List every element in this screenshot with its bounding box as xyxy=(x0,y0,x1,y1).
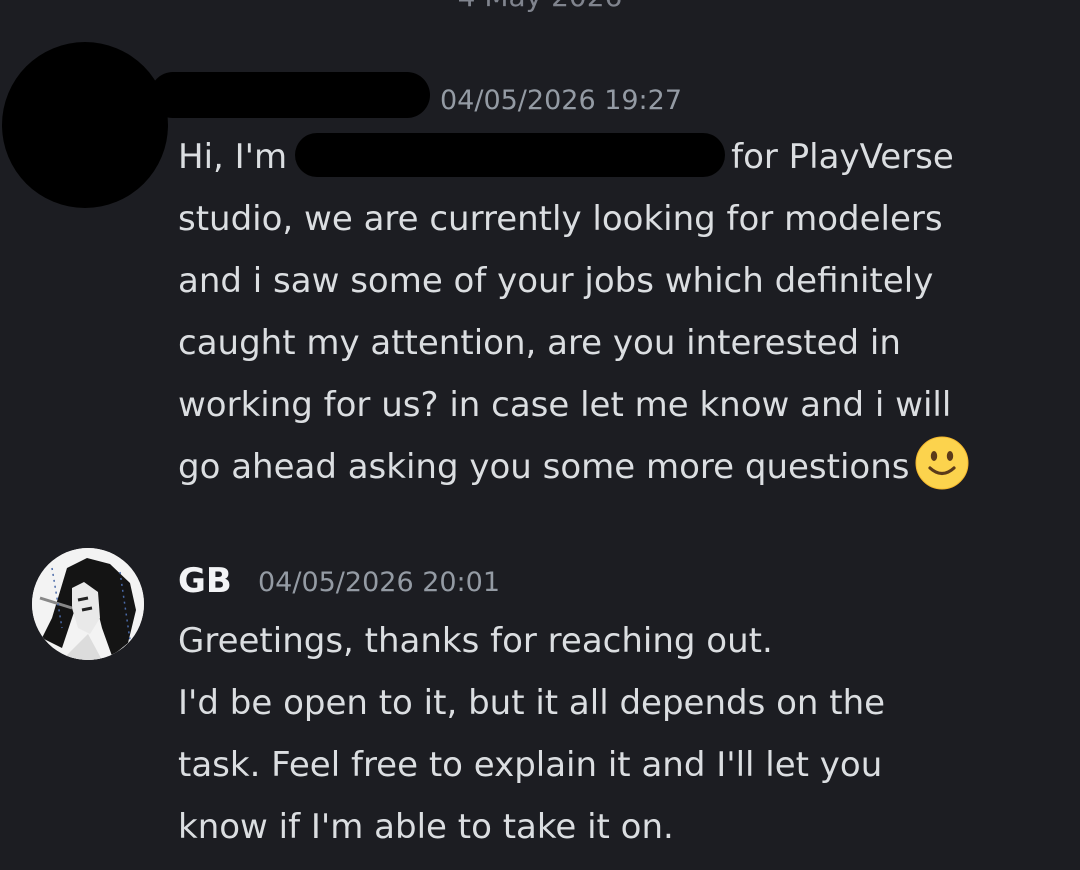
username[interactable]: GB xyxy=(178,558,232,604)
date-divider: 4 May 2026 xyxy=(0,0,1080,13)
message-timestamp: 04/05/2026 20:01 xyxy=(258,567,501,598)
message-line: I'd be open to it, but it all depends on… xyxy=(178,683,886,723)
slightly-smiling-face-icon[interactable] xyxy=(915,436,969,490)
message-content: Hi, I'm for PlayVerse studio, we are curr… xyxy=(178,126,1058,498)
message-timestamp: 04/05/2026 19:27 xyxy=(440,85,683,116)
message-item: GB 04/05/2026 20:01 Greetings, thanks fo… xyxy=(0,548,1080,870)
redacted-username[interactable] xyxy=(150,72,430,118)
message-line: know if I'm able to take it on. xyxy=(178,807,674,847)
message-item: 04/05/2026 19:27 Hi, I'm for PlayVerse st… xyxy=(0,40,1080,510)
message-line: task. Feel free to explain it and I'll l… xyxy=(178,745,883,785)
message-line: and i saw some of your jobs which defini… xyxy=(178,261,934,301)
user-avatar[interactable] xyxy=(32,548,144,660)
message-line: Hi, I'm for PlayVerse xyxy=(178,126,1058,188)
redacted-text xyxy=(295,132,726,177)
message-line: studio, we are currently looking for mod… xyxy=(178,199,943,239)
message-line: caught my attention, are you interested … xyxy=(178,323,901,363)
message-line: working for us? in case let me know and … xyxy=(178,385,952,425)
message-line: go ahead asking you some more questions xyxy=(178,436,1058,498)
redacted-avatar[interactable] xyxy=(2,42,168,208)
message-line: Greetings, thanks for reaching out. xyxy=(178,621,773,661)
message-content: Greetings, thanks for reaching out. I'd … xyxy=(178,610,1058,858)
